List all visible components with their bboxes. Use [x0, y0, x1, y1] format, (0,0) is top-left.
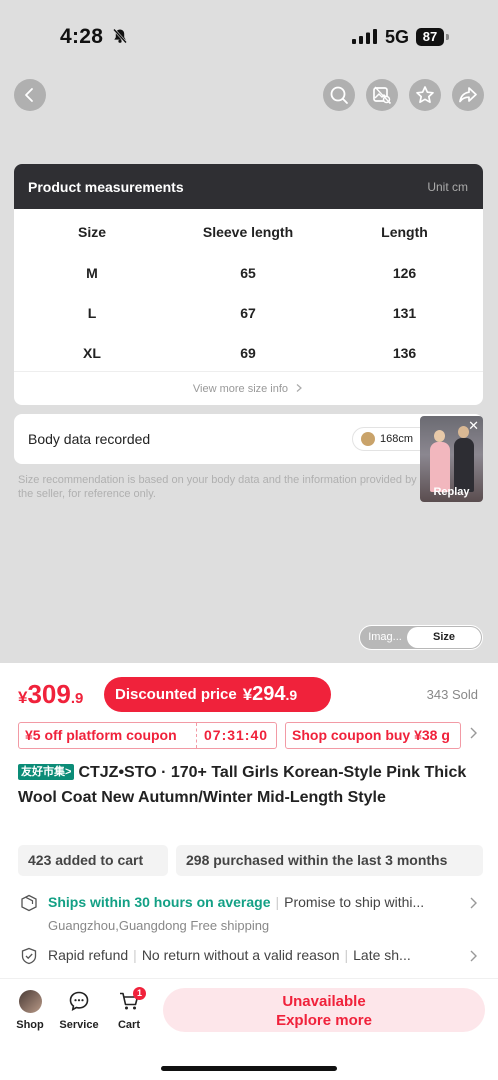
table-row: M 65 126	[14, 253, 483, 293]
measurements-table: Size Sleeve length Length M 65 126 L 67 …	[14, 209, 483, 373]
model-figure	[430, 442, 450, 492]
model-figure	[454, 438, 474, 492]
image-size-toggle[interactable]: Imag... Size	[359, 625, 483, 650]
chevron-left-icon	[25, 88, 33, 102]
shop-tag[interactable]: 友好市集>	[18, 764, 75, 780]
battery-icon: 87	[416, 28, 444, 46]
nav-cart-label: Cart	[117, 1019, 140, 1031]
table-row: L 67 131	[14, 293, 483, 333]
body-data-title: Body data recorded	[28, 431, 151, 447]
measurements-header: Product measurements Unit cm	[14, 164, 483, 209]
unavailable-explore-button[interactable]: Unavailable Explore more	[163, 988, 485, 1032]
search-icon	[330, 86, 348, 104]
nav-service-label: Service	[59, 1019, 99, 1031]
shop-coupon[interactable]: Shop coupon buy ¥38 g	[285, 722, 461, 749]
search-button[interactable]	[323, 79, 355, 111]
discount-price: ¥294.9	[242, 683, 298, 705]
nav-shop[interactable]: Shop	[5, 989, 55, 1031]
nav-cart[interactable]: 1 Cart	[104, 987, 154, 1031]
refund-row[interactable]: Rapid refund | No return without a valid r…	[48, 947, 462, 963]
video-thumbnail[interactable]: ✕ Replay	[420, 416, 483, 502]
table-row: XL 69 136	[14, 333, 483, 373]
favorite-button[interactable]	[409, 79, 441, 111]
no-return: No return without a valid reason	[141, 947, 340, 963]
shop-avatar	[18, 989, 42, 1013]
price-row: ¥309.9 Discounted price ¥294.9 343 Sold	[18, 677, 480, 713]
chevron-right-icon[interactable]	[468, 896, 478, 915]
measurements-unit: Unit cm	[427, 179, 468, 194]
table-cell: M	[86, 265, 98, 281]
package-icon	[20, 894, 38, 917]
column-header: Length	[381, 224, 428, 240]
shop-coupon-label: Shop coupon buy ¥38 g	[292, 727, 450, 743]
back-button[interactable]	[14, 79, 46, 111]
table-cell: 136	[392, 345, 417, 361]
late-ship: Late sh...	[353, 947, 411, 963]
unavailable-label: Unavailable	[282, 993, 366, 1010]
model-figure	[434, 430, 445, 442]
measurements-card: Product measurements Unit cm Size Sleeve…	[14, 164, 483, 405]
image-search-button[interactable]	[366, 79, 398, 111]
column-header: Sleeve length	[202, 224, 294, 240]
measurements-title: Product measurements	[28, 178, 184, 195]
purchased-stat: 298 purchased within the last 3 months	[176, 845, 483, 876]
body-height-value: 168cm	[380, 433, 414, 445]
table-cell: XL	[83, 345, 101, 361]
view-more-size-info-link[interactable]: View more size info	[14, 371, 483, 405]
star-icon	[416, 86, 434, 104]
original-price: ¥309.9	[18, 679, 84, 709]
network-type: 5G	[385, 27, 410, 47]
table-cell: 131	[392, 305, 417, 321]
refund-icon	[20, 947, 38, 970]
nav-shop-label: Shop	[16, 1019, 44, 1031]
replay-label[interactable]: Replay	[420, 486, 483, 498]
ship-time: Ships within 30 hours on average	[48, 894, 271, 910]
ship-origin: Guangzhou,Guangdong Free shipping	[48, 918, 270, 933]
chevron-right-icon[interactable]	[468, 726, 478, 745]
chat-icon	[69, 991, 89, 1012]
toggle-size-option[interactable]: Size	[407, 627, 481, 648]
coupon-timer: 07:31:40	[196, 723, 268, 748]
table-cell: 126	[392, 265, 417, 281]
table-cell: 65	[240, 265, 256, 281]
sold-count: 343 Sold	[426, 687, 478, 702]
chevron-right-icon[interactable]	[468, 949, 478, 968]
toggle-image-option[interactable]: Imag...	[360, 626, 410, 649]
bottom-action-bar: Shop Service 1 Cart Unavailable Explore …	[0, 978, 498, 1080]
chevron-right-icon	[296, 384, 303, 392]
view-more-label: View more size info	[192, 383, 289, 395]
nav-service[interactable]: Service	[54, 989, 104, 1031]
added-to-cart-stat: 423 added to cart	[18, 845, 168, 876]
discount-label: Discounted price	[115, 686, 237, 703]
share-icon	[459, 87, 477, 103]
user-avatar	[361, 432, 375, 446]
status-bar: 4:28 5G 87	[0, 0, 498, 70]
cart-count-badge: 1	[133, 987, 146, 1000]
explore-more-label: Explore more	[276, 1012, 372, 1029]
status-time: 4:28	[60, 25, 104, 48]
column-header: Size	[77, 224, 106, 240]
table-cell: 69	[240, 345, 256, 361]
size-recommendation-note: Size recommendation is based on your bod…	[18, 474, 417, 500]
table-cell: L	[87, 305, 97, 321]
home-indicator	[161, 1066, 337, 1071]
platform-coupon-label: ¥5 off platform coupon	[25, 727, 177, 743]
product-title: CTJZ•STO · 170+ Tall Girls Korean-Style …	[18, 764, 467, 806]
table-header-row: Size Sleeve length Length	[14, 209, 483, 253]
share-button[interactable]	[452, 79, 484, 111]
rapid-refund: Rapid refund	[48, 947, 129, 963]
table-cell: 67	[240, 305, 256, 321]
image-search-icon	[373, 86, 392, 105]
product-title-block: 友好市集> CTJZ•STO · 170+ Tall Girls Korean-S…	[18, 760, 480, 810]
signal-icon	[352, 29, 377, 49]
battery-cap	[446, 34, 449, 40]
body-data-card[interactable]: Body data recorded 168cm	[14, 414, 483, 464]
close-icon[interactable]: ✕	[468, 418, 479, 434]
shipping-row[interactable]: Ships within 30 hours on average | Promise…	[48, 894, 424, 910]
discounted-price-badge: Discounted price ¥294.9	[104, 677, 331, 712]
ship-promise: Promise to ship withi...	[284, 894, 425, 910]
bell-muted-icon	[112, 28, 128, 49]
platform-coupon[interactable]: ¥5 off platform coupon 07:31:40	[18, 722, 277, 749]
